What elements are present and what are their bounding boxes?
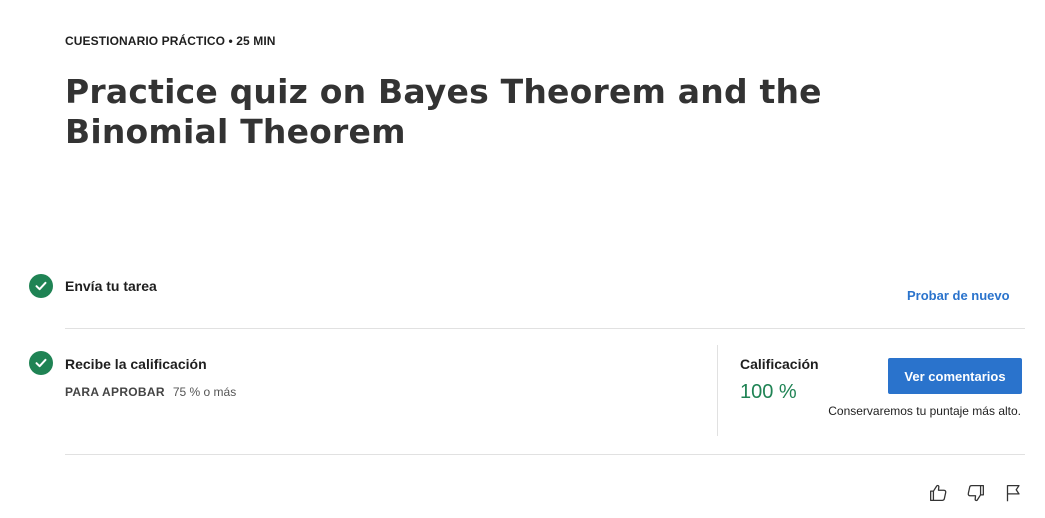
pass-label: PARA APROBAR — [65, 385, 165, 399]
divider — [65, 454, 1025, 455]
step-submit-status — [29, 274, 53, 298]
thumbs-up-icon — [930, 484, 947, 501]
thumbs-down-icon — [967, 485, 984, 502]
step-grade-title: Recibe la calificación — [65, 356, 207, 372]
quiz-kicker: CUESTIONARIO PRÁCTICO • 25 MIN — [65, 34, 276, 48]
view-feedback-button[interactable]: Ver comentarios — [888, 358, 1022, 394]
divider — [65, 328, 1025, 329]
like-button[interactable] — [926, 481, 950, 505]
retry-link[interactable]: Probar de nuevo — [907, 288, 1010, 303]
highest-score-note: Conservaremos tu puntaje más alto. — [828, 404, 1021, 418]
dislike-button[interactable] — [964, 481, 988, 505]
step-grade-status — [29, 351, 53, 375]
grade-label: Calificación — [740, 356, 819, 372]
page-title: Practice quiz on Bayes Theorem and the B… — [65, 72, 822, 151]
pass-requirement: PARA APROBAR 75 % o más — [65, 385, 236, 399]
report-button[interactable] — [1001, 481, 1025, 505]
check-circle-icon — [35, 358, 47, 368]
check-circle-icon — [35, 281, 47, 291]
vertical-divider — [717, 345, 718, 436]
pass-value: 75 % o más — [172, 385, 237, 399]
flag-icon — [1006, 485, 1020, 502]
grade-value: 100 % — [740, 381, 797, 403]
step-submit-title: Envía tu tarea — [65, 278, 157, 294]
